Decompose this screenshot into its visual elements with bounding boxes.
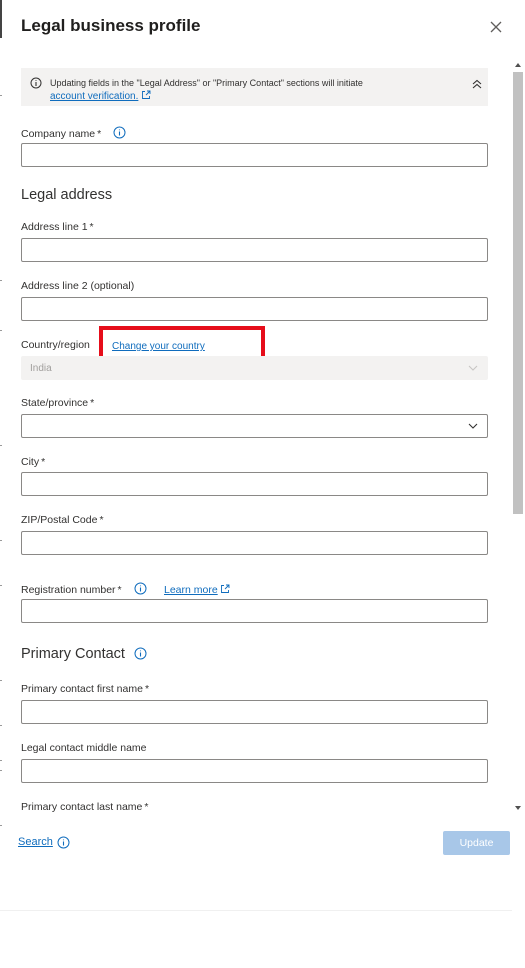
chevron-down-icon xyxy=(468,365,478,371)
info-icon[interactable] xyxy=(113,126,126,139)
first-name-input[interactable] xyxy=(21,700,488,724)
learn-more-link[interactable]: Learn more xyxy=(164,584,230,596)
info-icon[interactable] xyxy=(134,647,147,660)
country-value: India xyxy=(30,362,52,374)
zip-postal-code-label: ZIP/Postal Code * xyxy=(21,514,104,526)
divider xyxy=(0,910,512,911)
scroll-up-icon[interactable] xyxy=(513,60,523,70)
state-province-select[interactable] xyxy=(21,414,488,438)
company-name-label: Company name * xyxy=(21,126,126,140)
address-line-2-input[interactable] xyxy=(21,297,488,321)
panel-scrollbar[interactable] xyxy=(511,58,525,813)
middle-name-input[interactable] xyxy=(21,759,488,783)
registration-number-input[interactable] xyxy=(21,599,488,623)
legal-business-profile-panel: Legal business profile Updating fields i… xyxy=(2,0,525,872)
address-line-2-label: Address line 2 (optional) xyxy=(21,280,135,292)
external-link-icon xyxy=(142,90,151,99)
search-link[interactable]: Search xyxy=(18,836,53,848)
primary-contact-heading: Primary Contact xyxy=(21,646,147,662)
zip-postal-code-input[interactable] xyxy=(21,531,488,555)
first-name-label: Primary contact first name * xyxy=(21,683,150,695)
chevron-double-up-icon[interactable] xyxy=(470,77,484,91)
city-input[interactable] xyxy=(21,472,488,496)
update-button[interactable]: Update xyxy=(443,831,510,855)
registration-number-label: Registration number * xyxy=(21,582,147,596)
company-name-input[interactable] xyxy=(21,143,488,167)
address-line-1-label: Address line 1 * xyxy=(21,221,94,233)
chevron-down-icon xyxy=(468,423,478,429)
close-icon xyxy=(490,21,502,33)
info-icon xyxy=(30,77,42,89)
close-button[interactable] xyxy=(486,17,506,37)
banner-message: Updating fields in the "Legal Address" o… xyxy=(50,78,363,88)
legal-address-heading: Legal address xyxy=(21,187,113,203)
learn-more-label: Learn more xyxy=(164,584,218,596)
panel-title: Legal business profile xyxy=(21,16,201,35)
state-province-label: State/province * xyxy=(21,397,95,409)
verification-info-banner: Updating fields in the "Legal Address" o… xyxy=(21,68,488,106)
info-icon[interactable] xyxy=(57,836,70,849)
middle-name-label: Legal contact middle name xyxy=(21,742,147,754)
last-name-label: Primary contact last name * xyxy=(21,801,149,813)
account-verification-link[interactable]: account verification. xyxy=(50,90,151,102)
external-link-icon xyxy=(220,584,230,593)
scroll-down-icon[interactable] xyxy=(513,803,523,813)
country-select: India xyxy=(21,356,488,380)
country-region-label: Country/region xyxy=(21,339,90,351)
scrollbar-thumb[interactable] xyxy=(513,72,523,514)
address-line-1-input[interactable] xyxy=(21,238,488,262)
info-icon[interactable] xyxy=(134,582,147,595)
account-verification-link-label: account verification. xyxy=(50,91,139,102)
city-label: City * xyxy=(21,456,46,468)
